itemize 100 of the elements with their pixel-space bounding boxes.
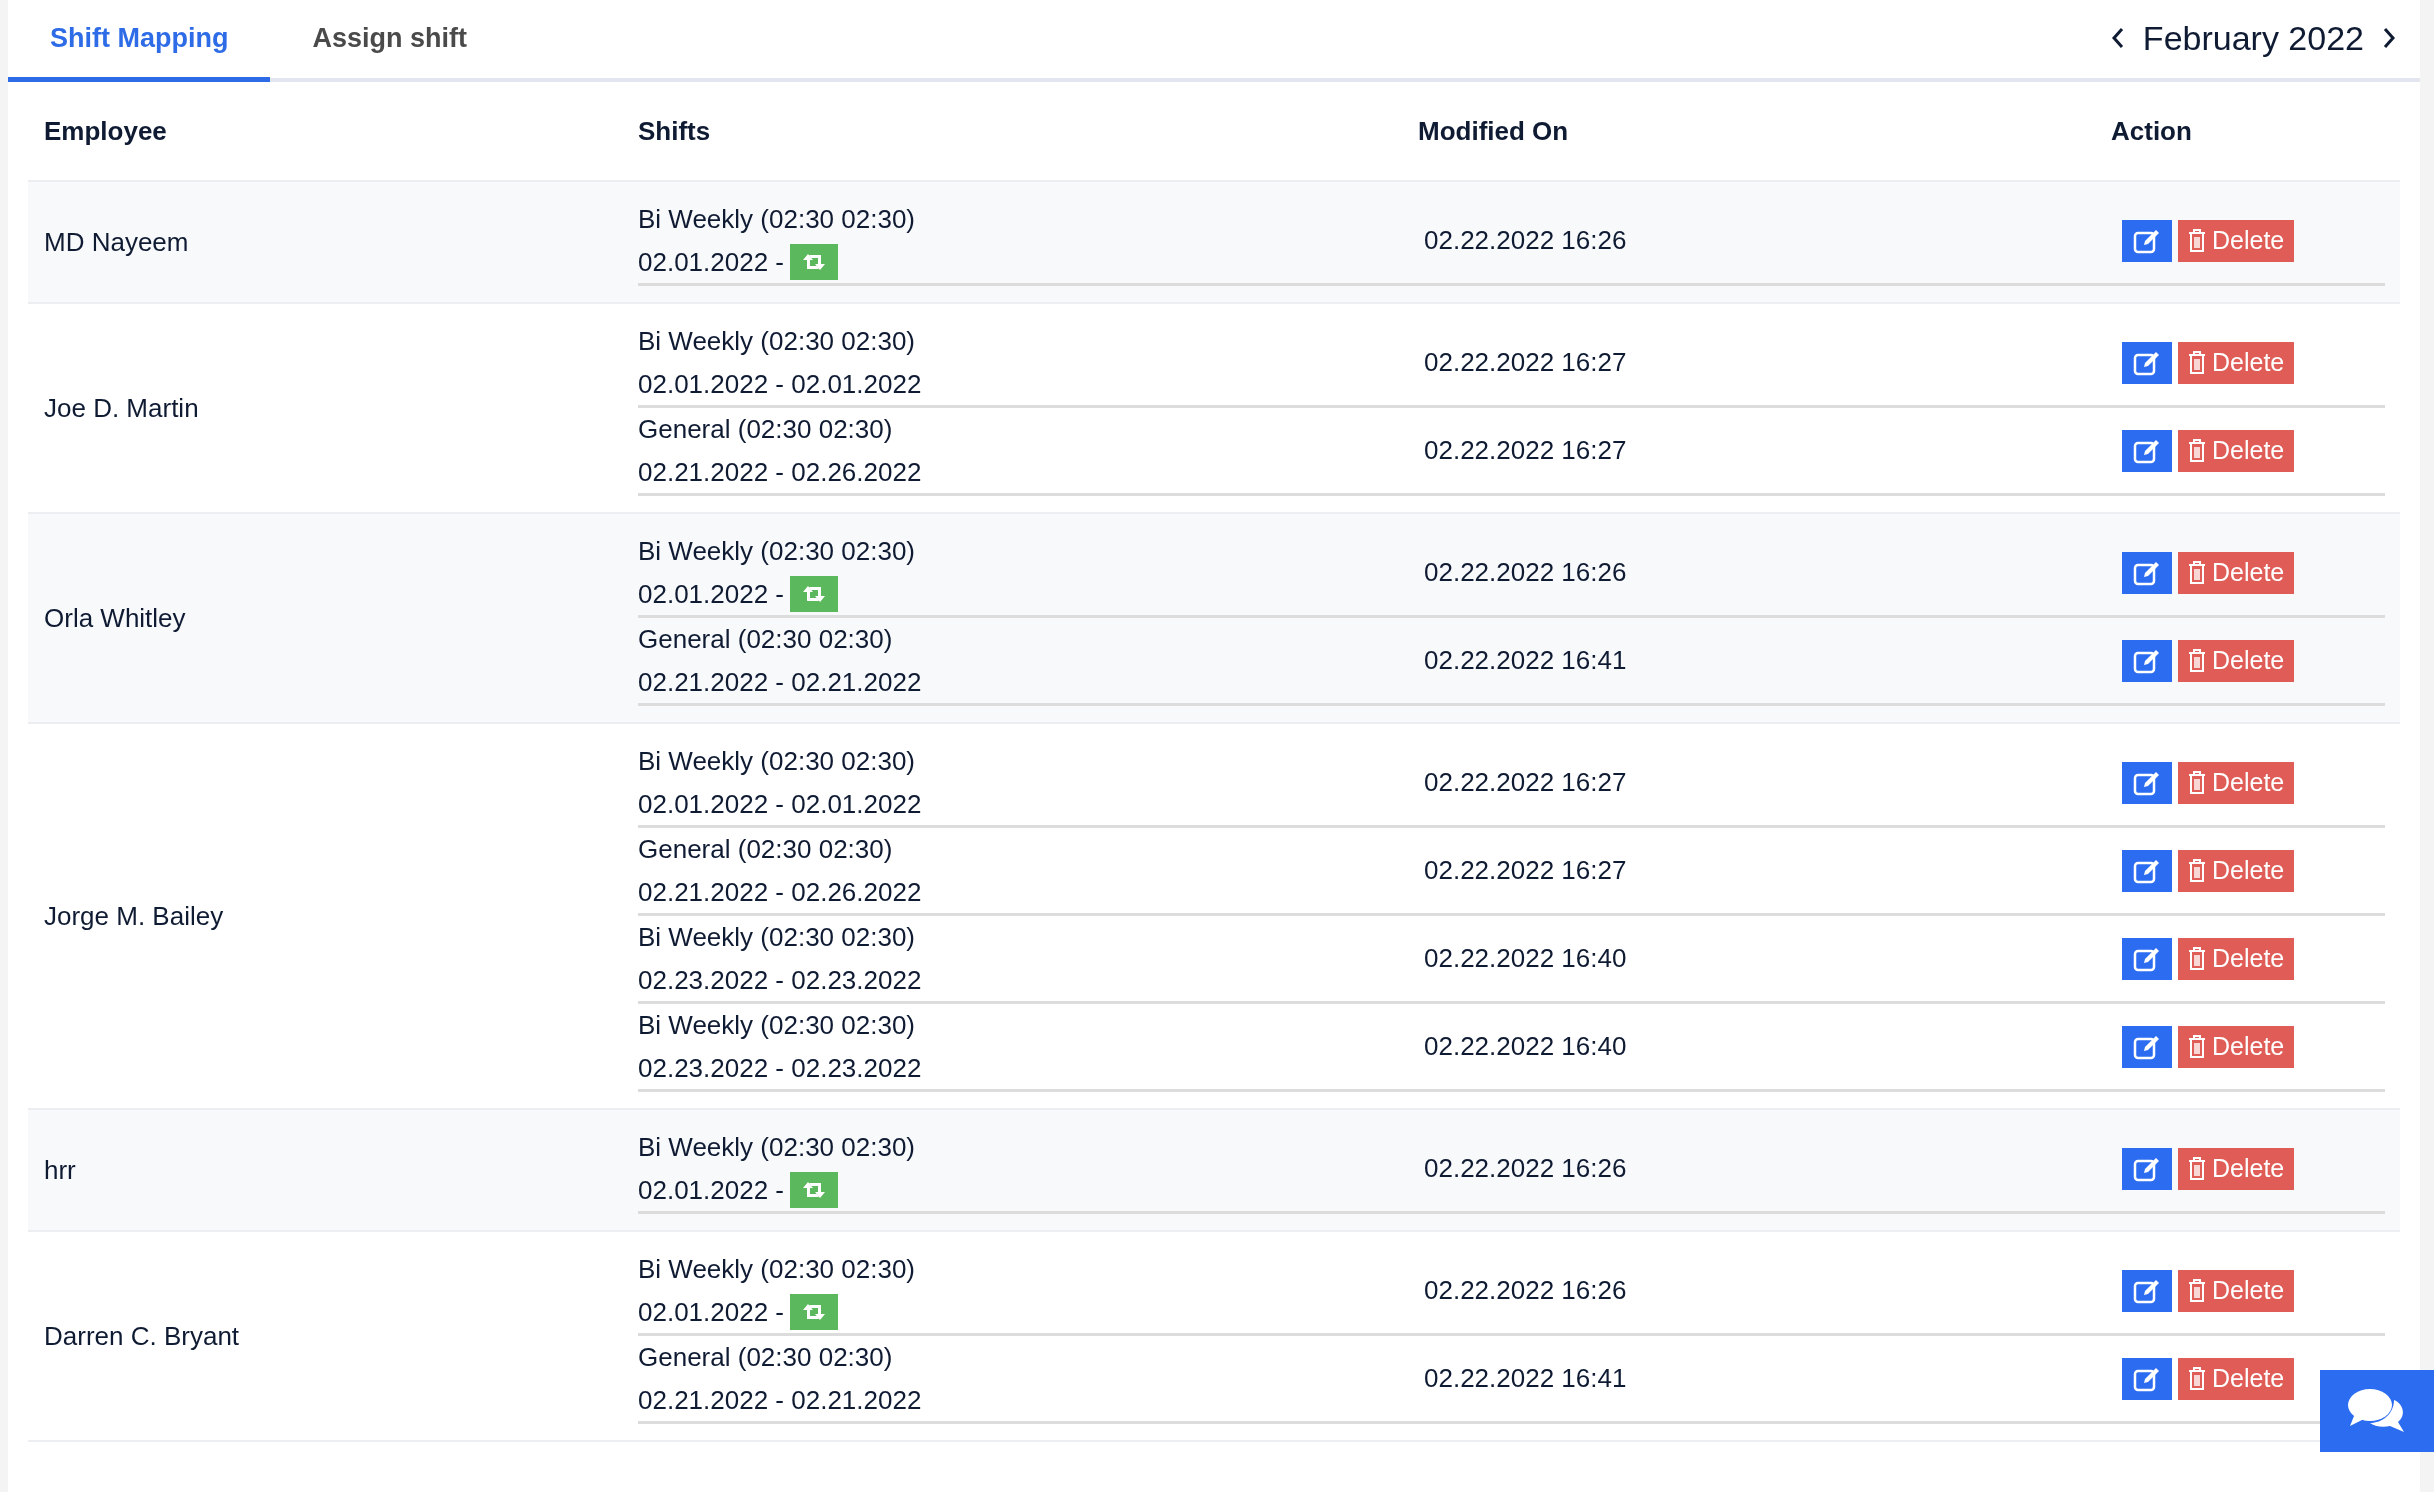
modified-date: 02.22.2022 16:40 xyxy=(1424,1031,1627,1061)
employee-name: hrr xyxy=(44,1153,76,1187)
delete-button[interactable]: Delete xyxy=(2178,219,2295,262)
repeat-icon xyxy=(802,585,826,603)
trash-icon xyxy=(2188,648,2206,673)
edit-icon xyxy=(2133,1033,2161,1060)
chevron-right-icon[interactable] xyxy=(2382,26,2396,50)
shift-dates: 02.01.2022 - xyxy=(638,1295,784,1329)
employee-name: Jorge M. Bailey xyxy=(44,899,224,933)
employee-name: MD Nayeem xyxy=(44,225,189,259)
month-label: February 2022 xyxy=(2142,18,2364,58)
delete-button[interactable]: Delete xyxy=(2178,551,2295,594)
tab[interactable]: Shift Mapping xyxy=(8,0,271,82)
shift-dates: 02.23.2022 - 02.23.2022 xyxy=(638,1051,922,1085)
shift-dates: 02.01.2022 - 02.01.2022 xyxy=(638,787,922,821)
edit-icon xyxy=(2133,1365,2161,1392)
delete-button[interactable]: Delete xyxy=(2178,341,2295,384)
edit-icon xyxy=(2133,349,2161,376)
column-header: Employee xyxy=(44,115,167,146)
edit-button[interactable] xyxy=(2122,219,2172,262)
edit-button[interactable] xyxy=(2122,1357,2172,1400)
shift-dates: 02.01.2022 - xyxy=(638,245,784,279)
edit-icon xyxy=(2133,857,2161,884)
delete-button[interactable]: Delete xyxy=(2178,937,2295,980)
repeat-icon xyxy=(802,1181,826,1199)
chevron-left-icon[interactable] xyxy=(2110,26,2125,50)
trash-icon xyxy=(2188,770,2206,795)
shift-dates: 02.21.2022 - 02.26.2022 xyxy=(638,455,922,489)
column-header: Action xyxy=(2111,115,2192,146)
edit-button[interactable] xyxy=(2122,429,2172,472)
modified-date: 02.22.2022 16:26 xyxy=(1424,1275,1627,1305)
shift-name: Bi Weekly (02:30 02:30) xyxy=(638,1130,915,1164)
trash-icon xyxy=(2188,858,2206,883)
modified-date: 02.22.2022 16:27 xyxy=(1424,767,1627,797)
shift-name: Bi Weekly (02:30 02:30) xyxy=(638,920,915,954)
shift-dates: 02.21.2022 - 02.21.2022 xyxy=(638,1383,922,1417)
trash-icon xyxy=(2188,1156,2206,1181)
column-header: Shifts xyxy=(638,115,711,146)
edit-icon xyxy=(2133,769,2161,796)
edit-icon xyxy=(2133,1155,2161,1182)
employee-name: Orla Whitley xyxy=(44,601,186,635)
edit-button[interactable] xyxy=(2122,937,2172,980)
modified-date: 02.22.2022 16:26 xyxy=(1424,557,1627,587)
edit-button[interactable] xyxy=(2122,551,2172,594)
modified-date: 02.22.2022 16:26 xyxy=(1424,1153,1627,1183)
edit-button[interactable] xyxy=(2122,1269,2172,1312)
edit-icon xyxy=(2133,1277,2161,1304)
chat-button[interactable] xyxy=(2320,1370,2434,1452)
modified-date: 02.22.2022 16:26 xyxy=(1424,225,1627,255)
shift-dates: 02.21.2022 - 02.21.2022 xyxy=(638,665,922,699)
shift-dates: 02.01.2022 - xyxy=(638,1173,784,1207)
trash-icon xyxy=(2188,350,2206,375)
shift-name: Bi Weekly (02:30 02:30) xyxy=(638,1008,915,1042)
trash-icon xyxy=(2188,438,2206,463)
delete-button[interactable]: Delete xyxy=(2178,1269,2295,1312)
delete-button[interactable]: Delete xyxy=(2178,1147,2295,1190)
trash-icon xyxy=(2188,1278,2206,1303)
shift-name: Bi Weekly (02:30 02:30) xyxy=(638,324,915,358)
delete-button[interactable]: Delete xyxy=(2178,1025,2295,1068)
repeat-icon xyxy=(802,253,826,271)
shift-dates: 02.01.2022 - xyxy=(638,577,784,611)
modified-date: 02.22.2022 16:41 xyxy=(1424,645,1627,675)
trash-icon xyxy=(2188,1366,2206,1391)
edit-button[interactable] xyxy=(2122,639,2172,682)
tab[interactable]: Assign shift xyxy=(270,0,509,82)
edit-button[interactable] xyxy=(2122,761,2172,804)
modified-date: 02.22.2022 16:40 xyxy=(1424,943,1627,973)
shift-dates: 02.23.2022 - 02.23.2022 xyxy=(638,963,922,997)
delete-button[interactable]: Delete xyxy=(2178,1357,2295,1400)
shift-name: Bi Weekly (02:30 02:30) xyxy=(638,744,915,778)
shift-name: General (02:30 02:30) xyxy=(638,412,893,446)
edit-button[interactable] xyxy=(2122,1025,2172,1068)
modified-date: 02.22.2022 16:41 xyxy=(1424,1363,1627,1393)
shift-name: Bi Weekly (02:30 02:30) xyxy=(638,1252,915,1286)
shift-name: General (02:30 02:30) xyxy=(638,622,893,656)
delete-button[interactable]: Delete xyxy=(2178,761,2295,804)
trash-icon xyxy=(2188,228,2206,253)
shift-name: Bi Weekly (02:30 02:30) xyxy=(638,202,915,236)
trash-icon xyxy=(2188,946,2206,971)
edit-icon xyxy=(2133,227,2161,254)
edit-icon xyxy=(2133,559,2161,586)
employee-name: Joe D. Martin xyxy=(44,391,199,425)
column-header: Modified On xyxy=(1418,115,1569,146)
delete-button[interactable]: Delete xyxy=(2178,849,2295,892)
shift-name: Bi Weekly (02:30 02:30) xyxy=(638,534,915,568)
shift-name: General (02:30 02:30) xyxy=(638,1340,893,1374)
modified-date: 02.22.2022 16:27 xyxy=(1424,855,1627,885)
shift-dates: 02.01.2022 - 02.01.2022 xyxy=(638,367,922,401)
edit-button[interactable] xyxy=(2122,849,2172,892)
delete-button[interactable]: Delete xyxy=(2178,429,2295,472)
edit-button[interactable] xyxy=(2122,341,2172,384)
edit-icon xyxy=(2133,437,2161,464)
delete-button[interactable]: Delete xyxy=(2178,639,2295,682)
employee-name: Darren C. Bryant xyxy=(44,1319,240,1353)
shift-name: General (02:30 02:30) xyxy=(638,832,893,866)
modified-date: 02.22.2022 16:27 xyxy=(1424,435,1627,465)
shift-dates: 02.21.2022 - 02.26.2022 xyxy=(638,875,922,909)
modified-date: 02.22.2022 16:27 xyxy=(1424,347,1627,377)
edit-button[interactable] xyxy=(2122,1147,2172,1190)
trash-icon xyxy=(2188,560,2206,585)
